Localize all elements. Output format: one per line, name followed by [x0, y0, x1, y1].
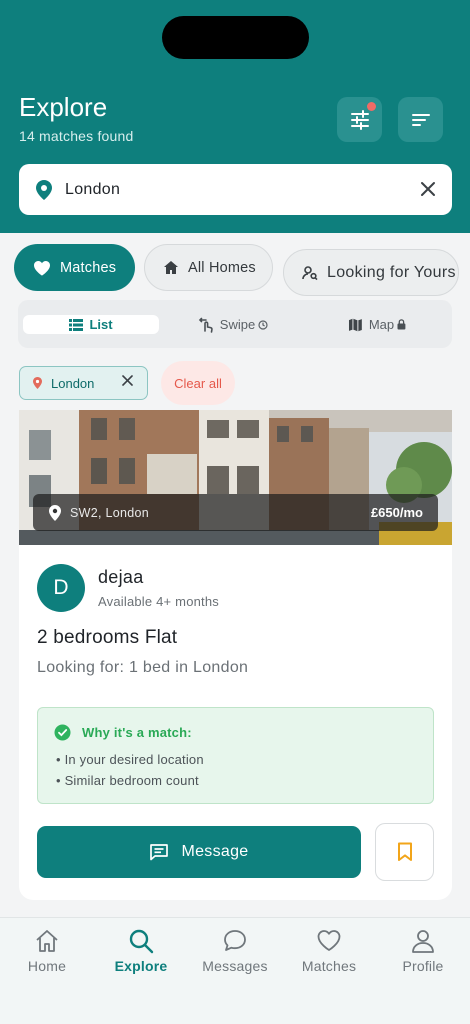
nav-messages[interactable]: Messages	[188, 928, 282, 974]
view-list-label: List	[89, 317, 113, 332]
lock-icon	[397, 319, 406, 330]
search-input[interactable]	[65, 176, 405, 204]
list-icon	[69, 318, 84, 331]
view-map-button[interactable]: Map	[348, 315, 412, 334]
person-icon	[412, 930, 434, 953]
check-circle-icon	[54, 724, 71, 741]
match-reasons-box: Why it's a match: • In your desired loca…	[37, 707, 434, 804]
swipe-hand-icon	[198, 317, 213, 333]
chip-label: London	[51, 375, 95, 391]
listing-price: £650/mo	[370, 505, 423, 520]
person-search-icon	[302, 265, 318, 280]
home-icon	[164, 261, 178, 274]
bottom-nav: Home Explore Messages Matches Profile	[0, 917, 470, 1024]
location-pin-icon	[33, 377, 42, 389]
filter-button[interactable]	[337, 97, 382, 142]
tab-label: Matches	[60, 259, 117, 276]
bookmark-button[interactable]	[375, 823, 434, 881]
close-icon[interactable]	[122, 375, 133, 386]
listing-location: SW2, London	[70, 505, 150, 520]
looking-for: Looking for: 1 bed in London	[37, 659, 249, 676]
map-icon	[348, 318, 362, 331]
view-list-button[interactable]: List	[23, 315, 159, 334]
property-title: 2 bedrooms Flat	[37, 627, 178, 648]
sliders-icon	[350, 109, 369, 130]
search-icon	[129, 929, 154, 954]
chat-bubble-icon	[224, 930, 246, 951]
location-pin-icon	[36, 180, 52, 200]
match-reason: • Similar bedroom count	[56, 773, 199, 788]
notification-dot	[367, 102, 376, 111]
sort-button[interactable]	[398, 97, 443, 142]
avatar[interactable]: D	[37, 564, 85, 612]
nav-label: Matches	[301, 958, 357, 974]
view-swipe-button[interactable]: Swipe	[196, 315, 276, 334]
nav-matches[interactable]: Matches	[282, 928, 376, 974]
view-swipe-label: Swipe	[219, 317, 256, 332]
page-title: Explore	[19, 92, 108, 122]
message-button[interactable]: Message	[37, 826, 361, 878]
view-toggle: List Swipe Map	[18, 300, 452, 348]
tab-matches[interactable]: Matches	[14, 244, 135, 291]
tab-label: All Homes	[188, 259, 256, 276]
camera-notch	[162, 16, 309, 59]
match-count: 14 matches found	[19, 128, 134, 144]
location-price-bar: SW2, London £650/mo	[33, 494, 438, 531]
listing-photo: SW2, London £650/mo	[19, 410, 452, 545]
home-icon	[36, 930, 58, 952]
nav-explore[interactable]: Explore	[94, 928, 188, 974]
header: Explore 14 matches found	[0, 0, 470, 233]
view-map-label: Map	[368, 317, 395, 332]
availability: Available 4+ months	[98, 594, 219, 609]
nav-home[interactable]: Home	[0, 928, 94, 974]
match-reasons-title: Why it's a match:	[82, 725, 192, 740]
user-name: dejaa	[98, 567, 144, 587]
nav-label: Explore	[114, 958, 168, 974]
clear-all-button[interactable]: Clear all	[161, 361, 235, 405]
bookmark-icon	[397, 842, 412, 861]
sort-lines-icon	[411, 113, 430, 126]
match-reason: • In your desired location	[56, 752, 204, 767]
nav-label: Profile	[402, 958, 444, 974]
nav-label: Home	[27, 958, 67, 974]
message-icon	[150, 844, 169, 861]
close-icon[interactable]	[420, 181, 436, 197]
location-pin-icon	[49, 504, 61, 521]
tab-looking-for-yours[interactable]: Looking for Yours	[283, 249, 459, 296]
clock-icon	[258, 319, 268, 330]
listing-card[interactable]: SW2, London £650/mo D dejaa Available 4+…	[19, 410, 452, 900]
tab-label: Looking for Yours	[327, 263, 456, 281]
heart-icon	[34, 260, 50, 275]
tab-all-homes[interactable]: All Homes	[144, 244, 273, 291]
nav-label: Messages	[202, 958, 268, 974]
search-bar[interactable]	[19, 164, 452, 215]
nav-profile[interactable]: Profile	[376, 928, 470, 974]
heart-icon	[317, 930, 341, 951]
location-filter-chip[interactable]: London	[19, 366, 148, 400]
message-label: Message	[181, 843, 249, 860]
